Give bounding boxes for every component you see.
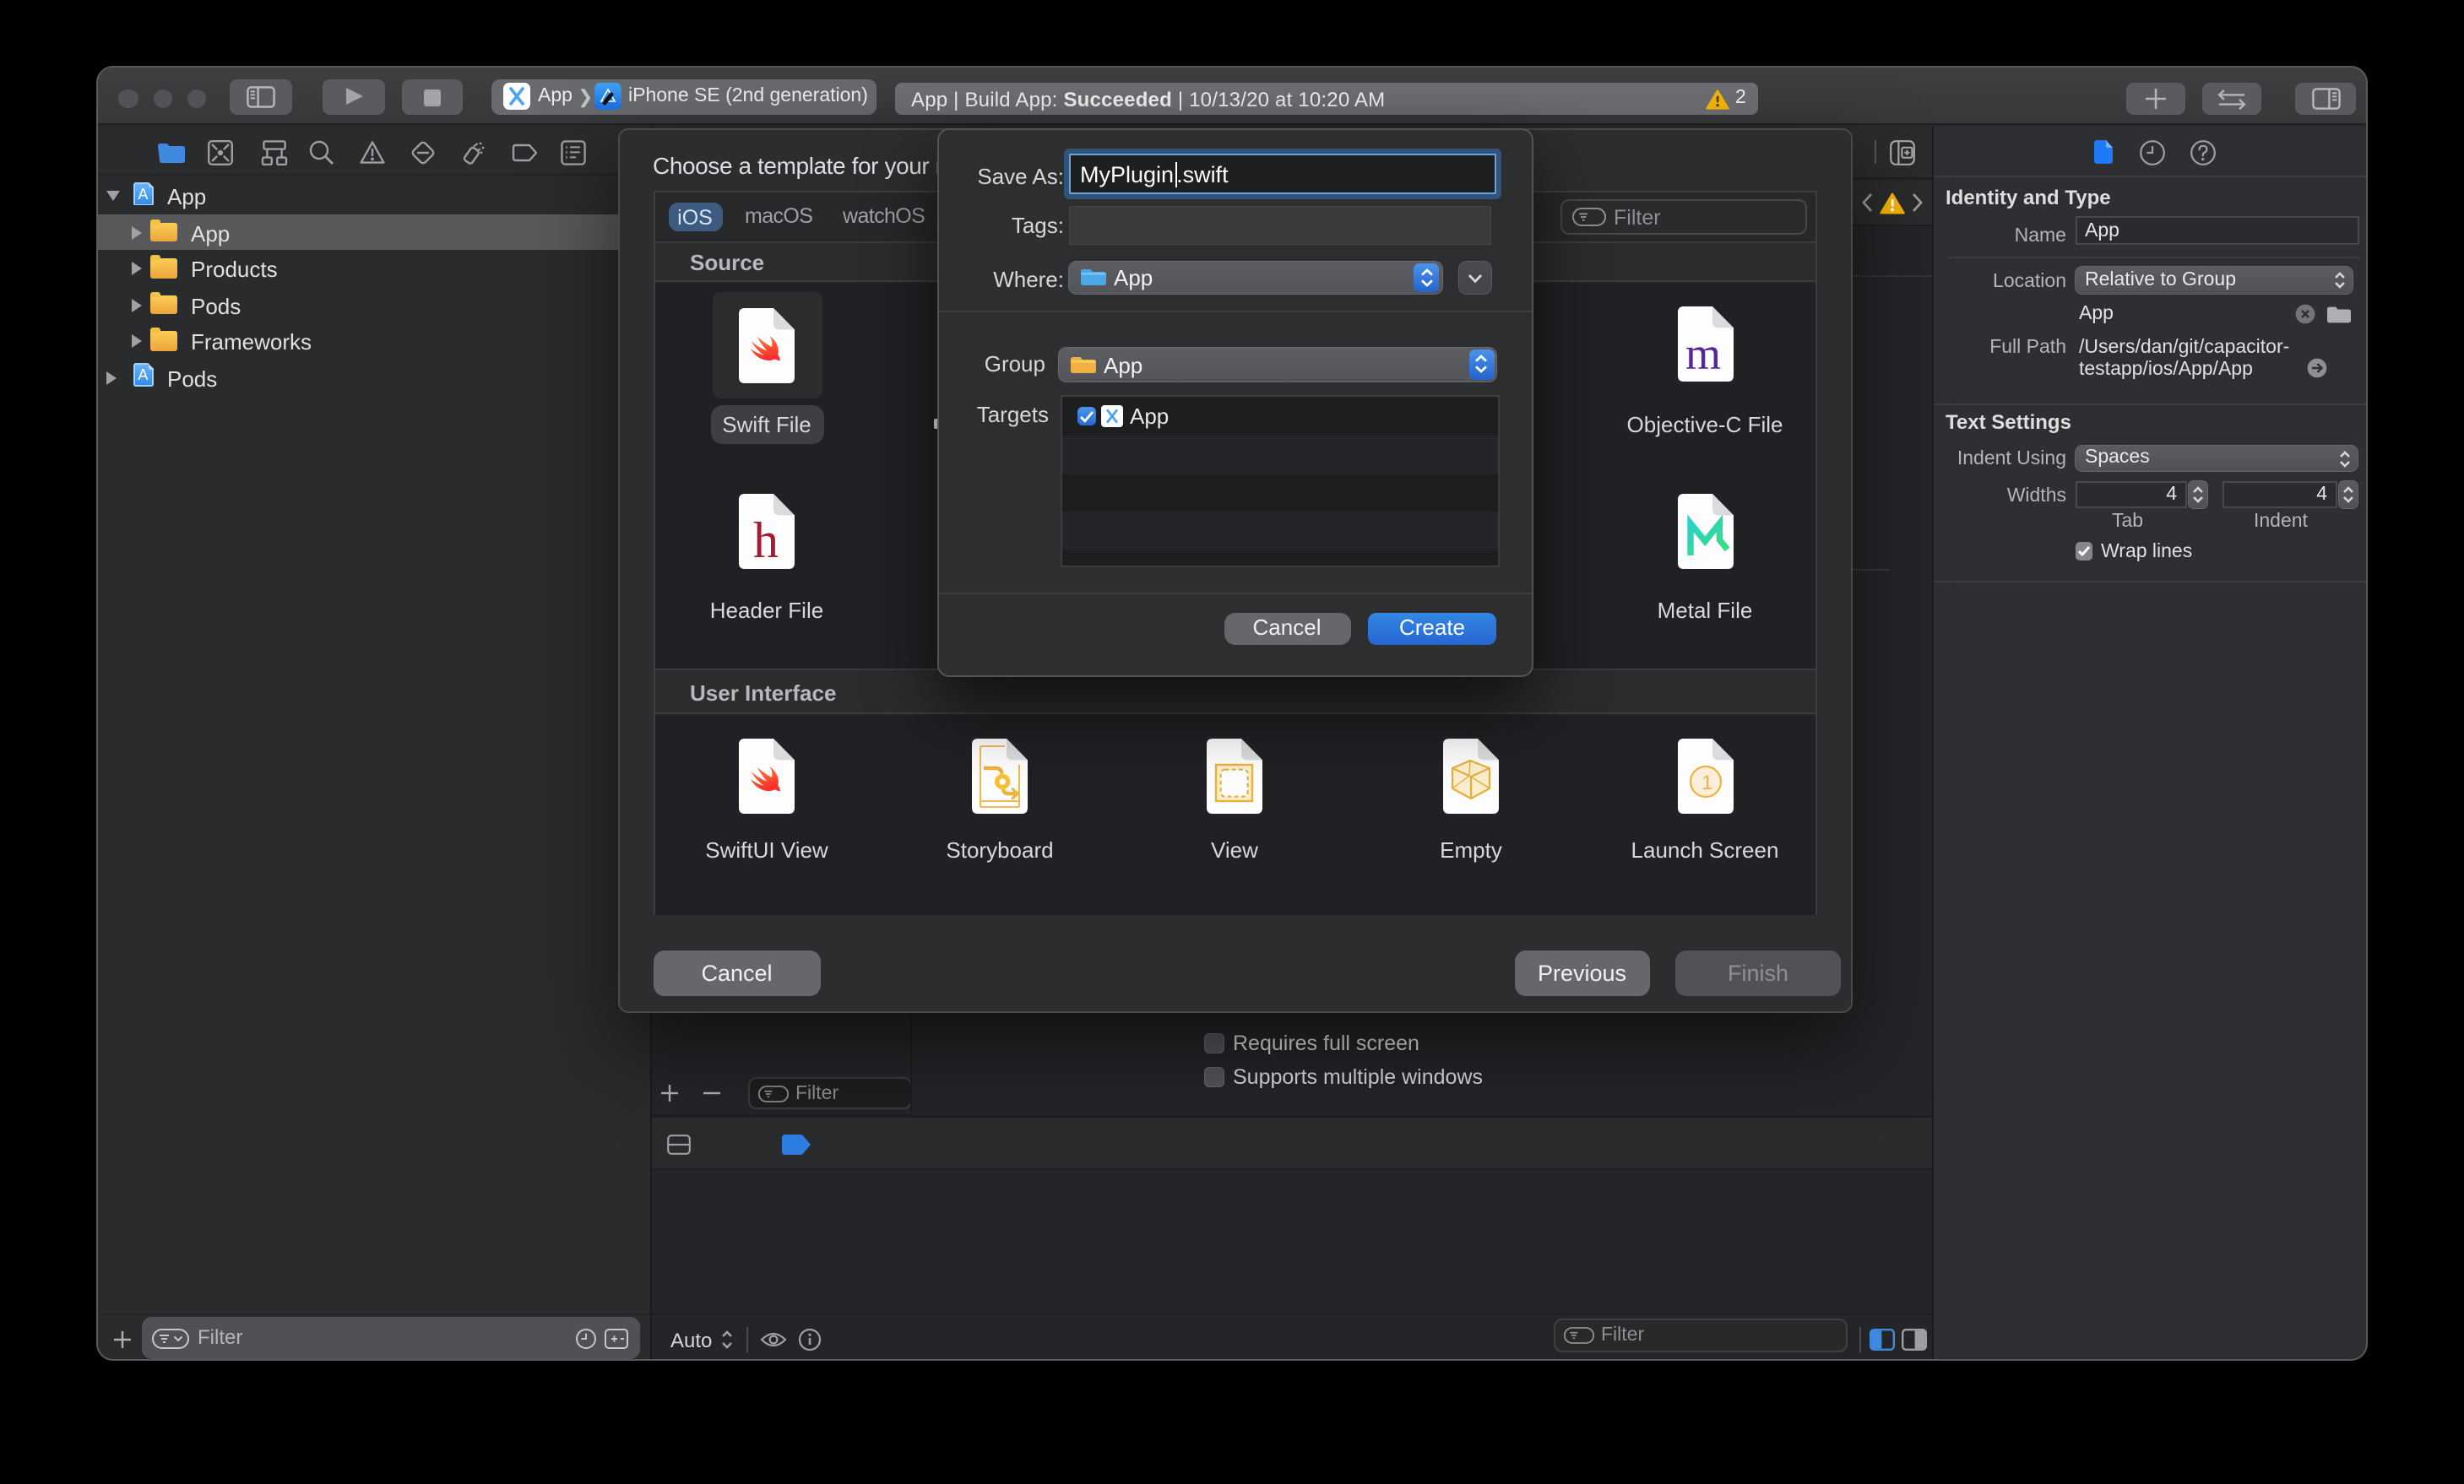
svg-text:1: 1 — [1701, 772, 1712, 794]
svg-text:m: m — [1685, 328, 1720, 379]
svg-text:h: h — [752, 512, 778, 567]
